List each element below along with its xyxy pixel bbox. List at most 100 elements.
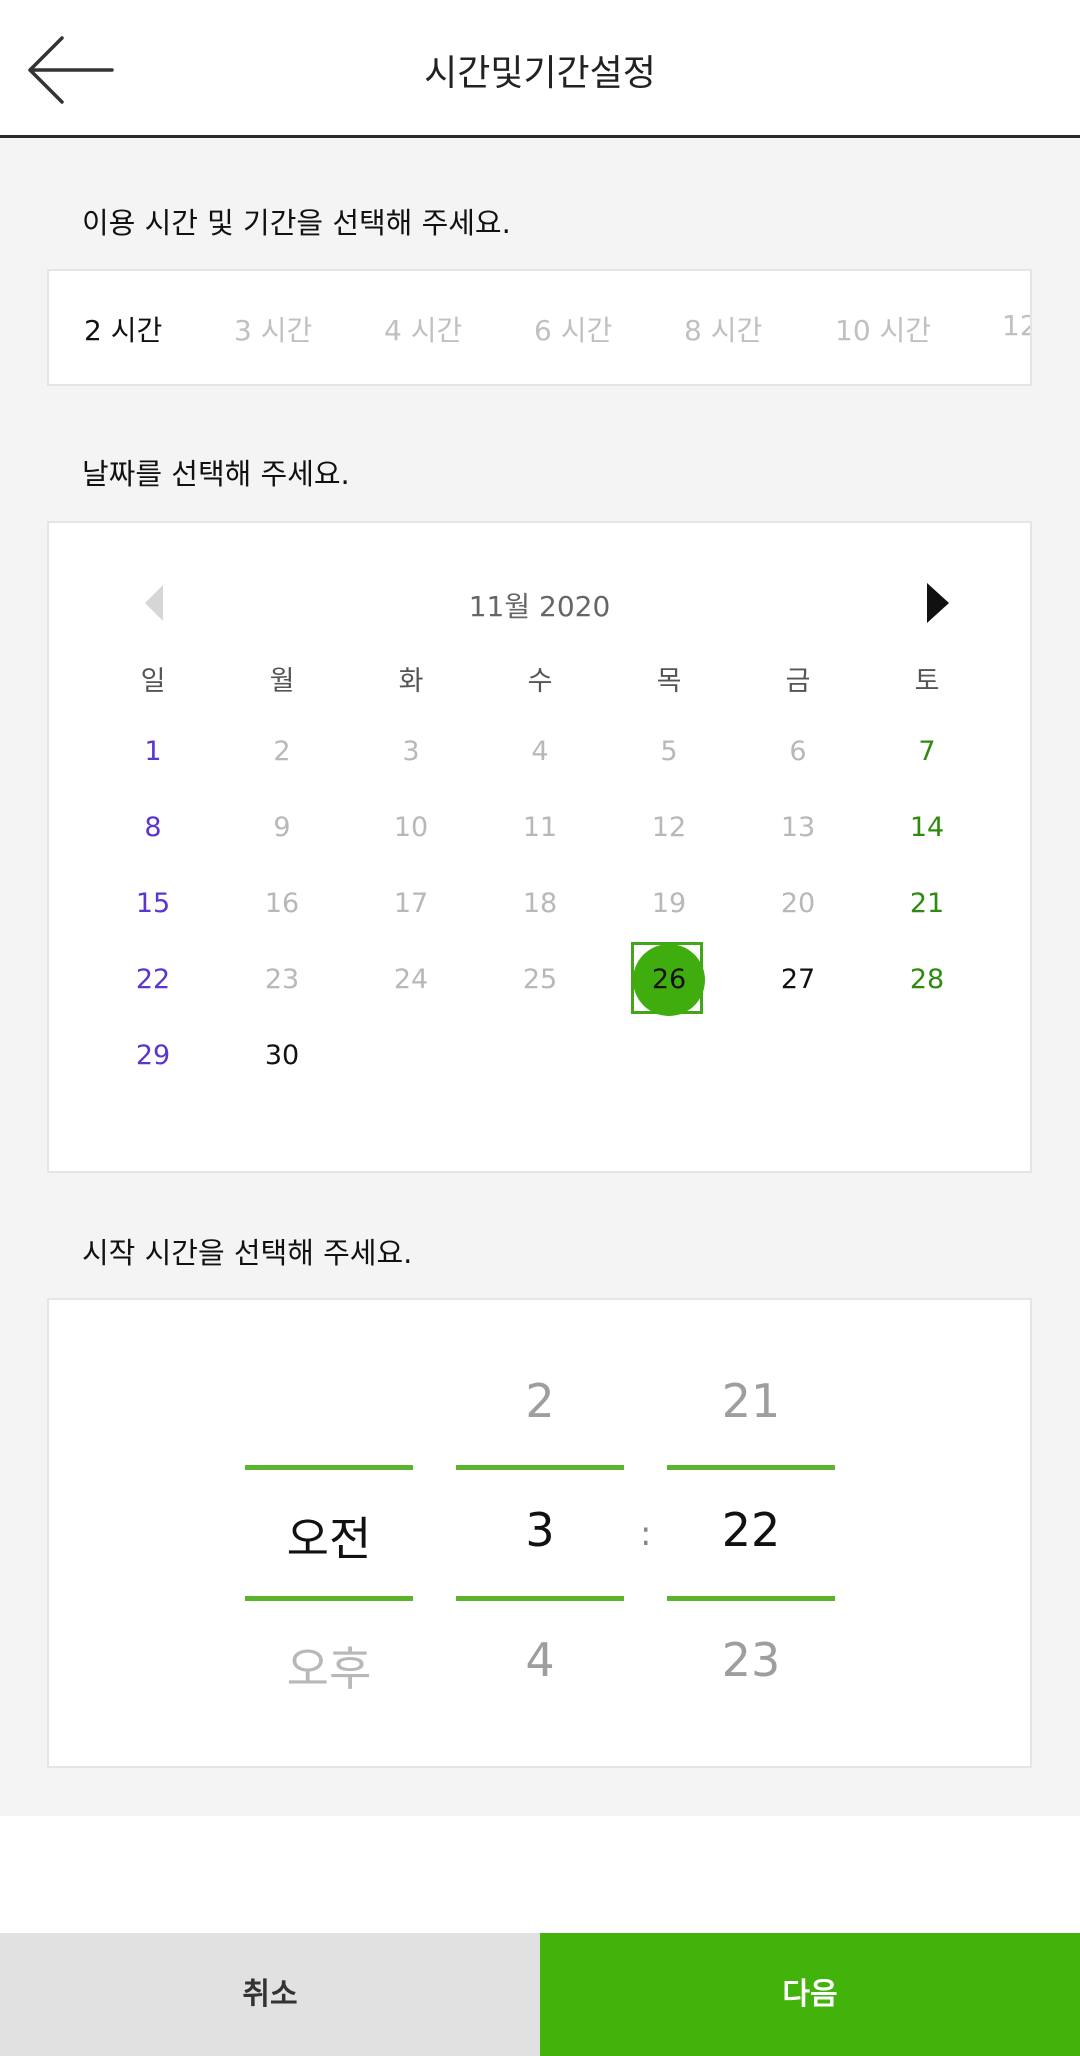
- app-header: 시간및기간설정: [0, 0, 1080, 138]
- minute-line-bottom: [667, 1596, 835, 1601]
- weekday-header: 화: [398, 666, 424, 697]
- calendar-day-label: 15: [135, 888, 171, 919]
- calendar-day[interactable]: 20: [758, 866, 838, 942]
- calendar-day[interactable]: 14: [887, 790, 967, 866]
- ampm-wheel[interactable]: 오전 오후: [245, 1300, 413, 1770]
- hour-below[interactable]: 4: [456, 1633, 624, 1687]
- calendar-day-label: 11: [522, 812, 558, 843]
- calendar-day-label: 3: [402, 736, 420, 767]
- calendar-day[interactable]: 15: [113, 866, 193, 942]
- calendar-day[interactable]: 7: [887, 714, 967, 790]
- calendar-day[interactable]: 2: [242, 714, 322, 790]
- calendar-day-label: 18: [522, 888, 558, 919]
- hour-above[interactable]: 2: [456, 1374, 624, 1428]
- calendar-day-label: 25: [522, 964, 558, 995]
- duration-option[interactable]: 8 시간: [684, 309, 762, 349]
- calendar: 11월 2020 일 월 화 수 목 금 토 1 2 3 4 5 6 7 8 9 10 11 12 13 14 15 16 1…: [47, 521, 1032, 1173]
- hour-wheel[interactable]: 2 3 4: [456, 1300, 624, 1770]
- hour-line-top: [456, 1465, 624, 1470]
- duration-selector: 2 시간 3 시간 4 시간 6 시간 8 시간 10 시간 12: [47, 269, 1032, 386]
- ampm-selected[interactable]: 오전: [245, 1503, 413, 1569]
- calendar-day-label: 13: [780, 812, 816, 843]
- calendar-day[interactable]: 21: [887, 866, 967, 942]
- duration-option[interactable]: 4 시간: [384, 309, 462, 349]
- calendar-day[interactable]: 10: [371, 790, 451, 866]
- calendar-day-label: 24: [393, 964, 429, 995]
- calendar-day-selected[interactable]: 26: [629, 942, 709, 1018]
- calendar-day-label: 17: [393, 888, 429, 919]
- calendar-day-label: 5: [660, 736, 678, 767]
- calendar-day[interactable]: 27: [758, 942, 838, 1018]
- calendar-day[interactable]: 5: [629, 714, 709, 790]
- calendar-day[interactable]: 18: [500, 866, 580, 942]
- calendar-day[interactable]: 17: [371, 866, 451, 942]
- calendar-day[interactable]: 9: [242, 790, 322, 866]
- minute-line-top: [667, 1465, 835, 1470]
- calendar-day[interactable]: 13: [758, 790, 838, 866]
- calendar-day-label: 10: [393, 812, 429, 843]
- minute-wheel[interactable]: 21 22 23: [667, 1300, 835, 1770]
- duration-option[interactable]: 3 시간: [234, 309, 312, 349]
- calendar-day[interactable]: 24: [371, 942, 451, 1018]
- calendar-day-label: 14: [909, 812, 945, 843]
- weekday-header: 수: [527, 666, 553, 697]
- minute-above[interactable]: 21: [667, 1374, 835, 1428]
- next-button[interactable]: 다음: [540, 1933, 1080, 2056]
- calendar-day[interactable]: 22: [113, 942, 193, 1018]
- calendar-day-label: 26: [651, 964, 687, 995]
- caret-right-icon: [927, 583, 949, 623]
- calendar-day-label: 4: [531, 736, 549, 767]
- calendar-day[interactable]: 6: [758, 714, 838, 790]
- weekday-header: 월: [269, 666, 295, 697]
- hour-line-bottom: [456, 1596, 624, 1601]
- cancel-button[interactable]: 취소: [0, 1933, 540, 2056]
- calendar-day-label: 7: [918, 736, 936, 767]
- calendar-day[interactable]: 8: [113, 790, 193, 866]
- time-picker: 오전 오후 2 3 4 : 21 22 23: [47, 1298, 1032, 1768]
- calendar-day[interactable]: 11: [500, 790, 580, 866]
- calendar-day-label: 1: [144, 736, 162, 767]
- calendar-day-label: 6: [789, 736, 807, 767]
- calendar-day-label: 12: [651, 812, 687, 843]
- calendar-day[interactable]: 30: [242, 1018, 322, 1094]
- calendar-day[interactable]: 25: [500, 942, 580, 1018]
- calendar-day-label: 16: [264, 888, 300, 919]
- calendar-day-label: 2: [273, 736, 291, 767]
- ampm-line-bottom: [245, 1596, 413, 1601]
- weekday-header: 토: [914, 666, 940, 697]
- time-separator: :: [640, 1514, 652, 1554]
- month-title: 11월 2020: [468, 590, 611, 623]
- calendar-day[interactable]: 12: [629, 790, 709, 866]
- ampm-below[interactable]: 오후: [245, 1633, 413, 1699]
- calendar-day-label: 28: [909, 964, 945, 995]
- calendar-day[interactable]: 3: [371, 714, 451, 790]
- minute-below[interactable]: 23: [667, 1633, 835, 1687]
- calendar-day-label: 22: [135, 964, 171, 995]
- next-month-button[interactable]: [915, 579, 955, 627]
- calendar-day-label: 8: [144, 812, 162, 843]
- calendar-day[interactable]: 29: [113, 1018, 193, 1094]
- duration-option[interactable]: 6 시간: [534, 309, 612, 349]
- calendar-day[interactable]: 16: [242, 866, 322, 942]
- main-content: 이용 시간 및 기간을 선택해 주세요. 2 시간 3 시간 4 시간 6 시간 8 시…: [0, 138, 1080, 1816]
- duration-option[interactable]: 2 시간: [84, 309, 162, 349]
- calendar-day-label: 19: [651, 888, 687, 919]
- weekday-header: 목: [656, 666, 682, 697]
- duration-option[interactable]: 12: [1002, 309, 1030, 342]
- minute-selected[interactable]: 22: [667, 1503, 835, 1557]
- start-time-label: 시작 시간을 선택해 주세요.: [82, 1236, 413, 1270]
- weekday-header: 금: [785, 666, 811, 697]
- calendar-day-label: 23: [264, 964, 300, 995]
- calendar-day[interactable]: 4: [500, 714, 580, 790]
- hour-selected[interactable]: 3: [456, 1503, 624, 1557]
- calendar-day[interactable]: 28: [887, 942, 967, 1018]
- calendar-day[interactable]: 1: [113, 714, 193, 790]
- duration-label: 이용 시간 및 기간을 선택해 주세요.: [82, 206, 511, 240]
- weekday-header: 일: [140, 666, 166, 697]
- calendar-day[interactable]: 23: [242, 942, 322, 1018]
- duration-option[interactable]: 10 시간: [835, 309, 931, 349]
- ampm-line-top: [245, 1465, 413, 1470]
- calendar-day[interactable]: 19: [629, 866, 709, 942]
- calendar-day-label: 27: [780, 964, 816, 995]
- page-title: 시간및기간설정: [424, 53, 656, 94]
